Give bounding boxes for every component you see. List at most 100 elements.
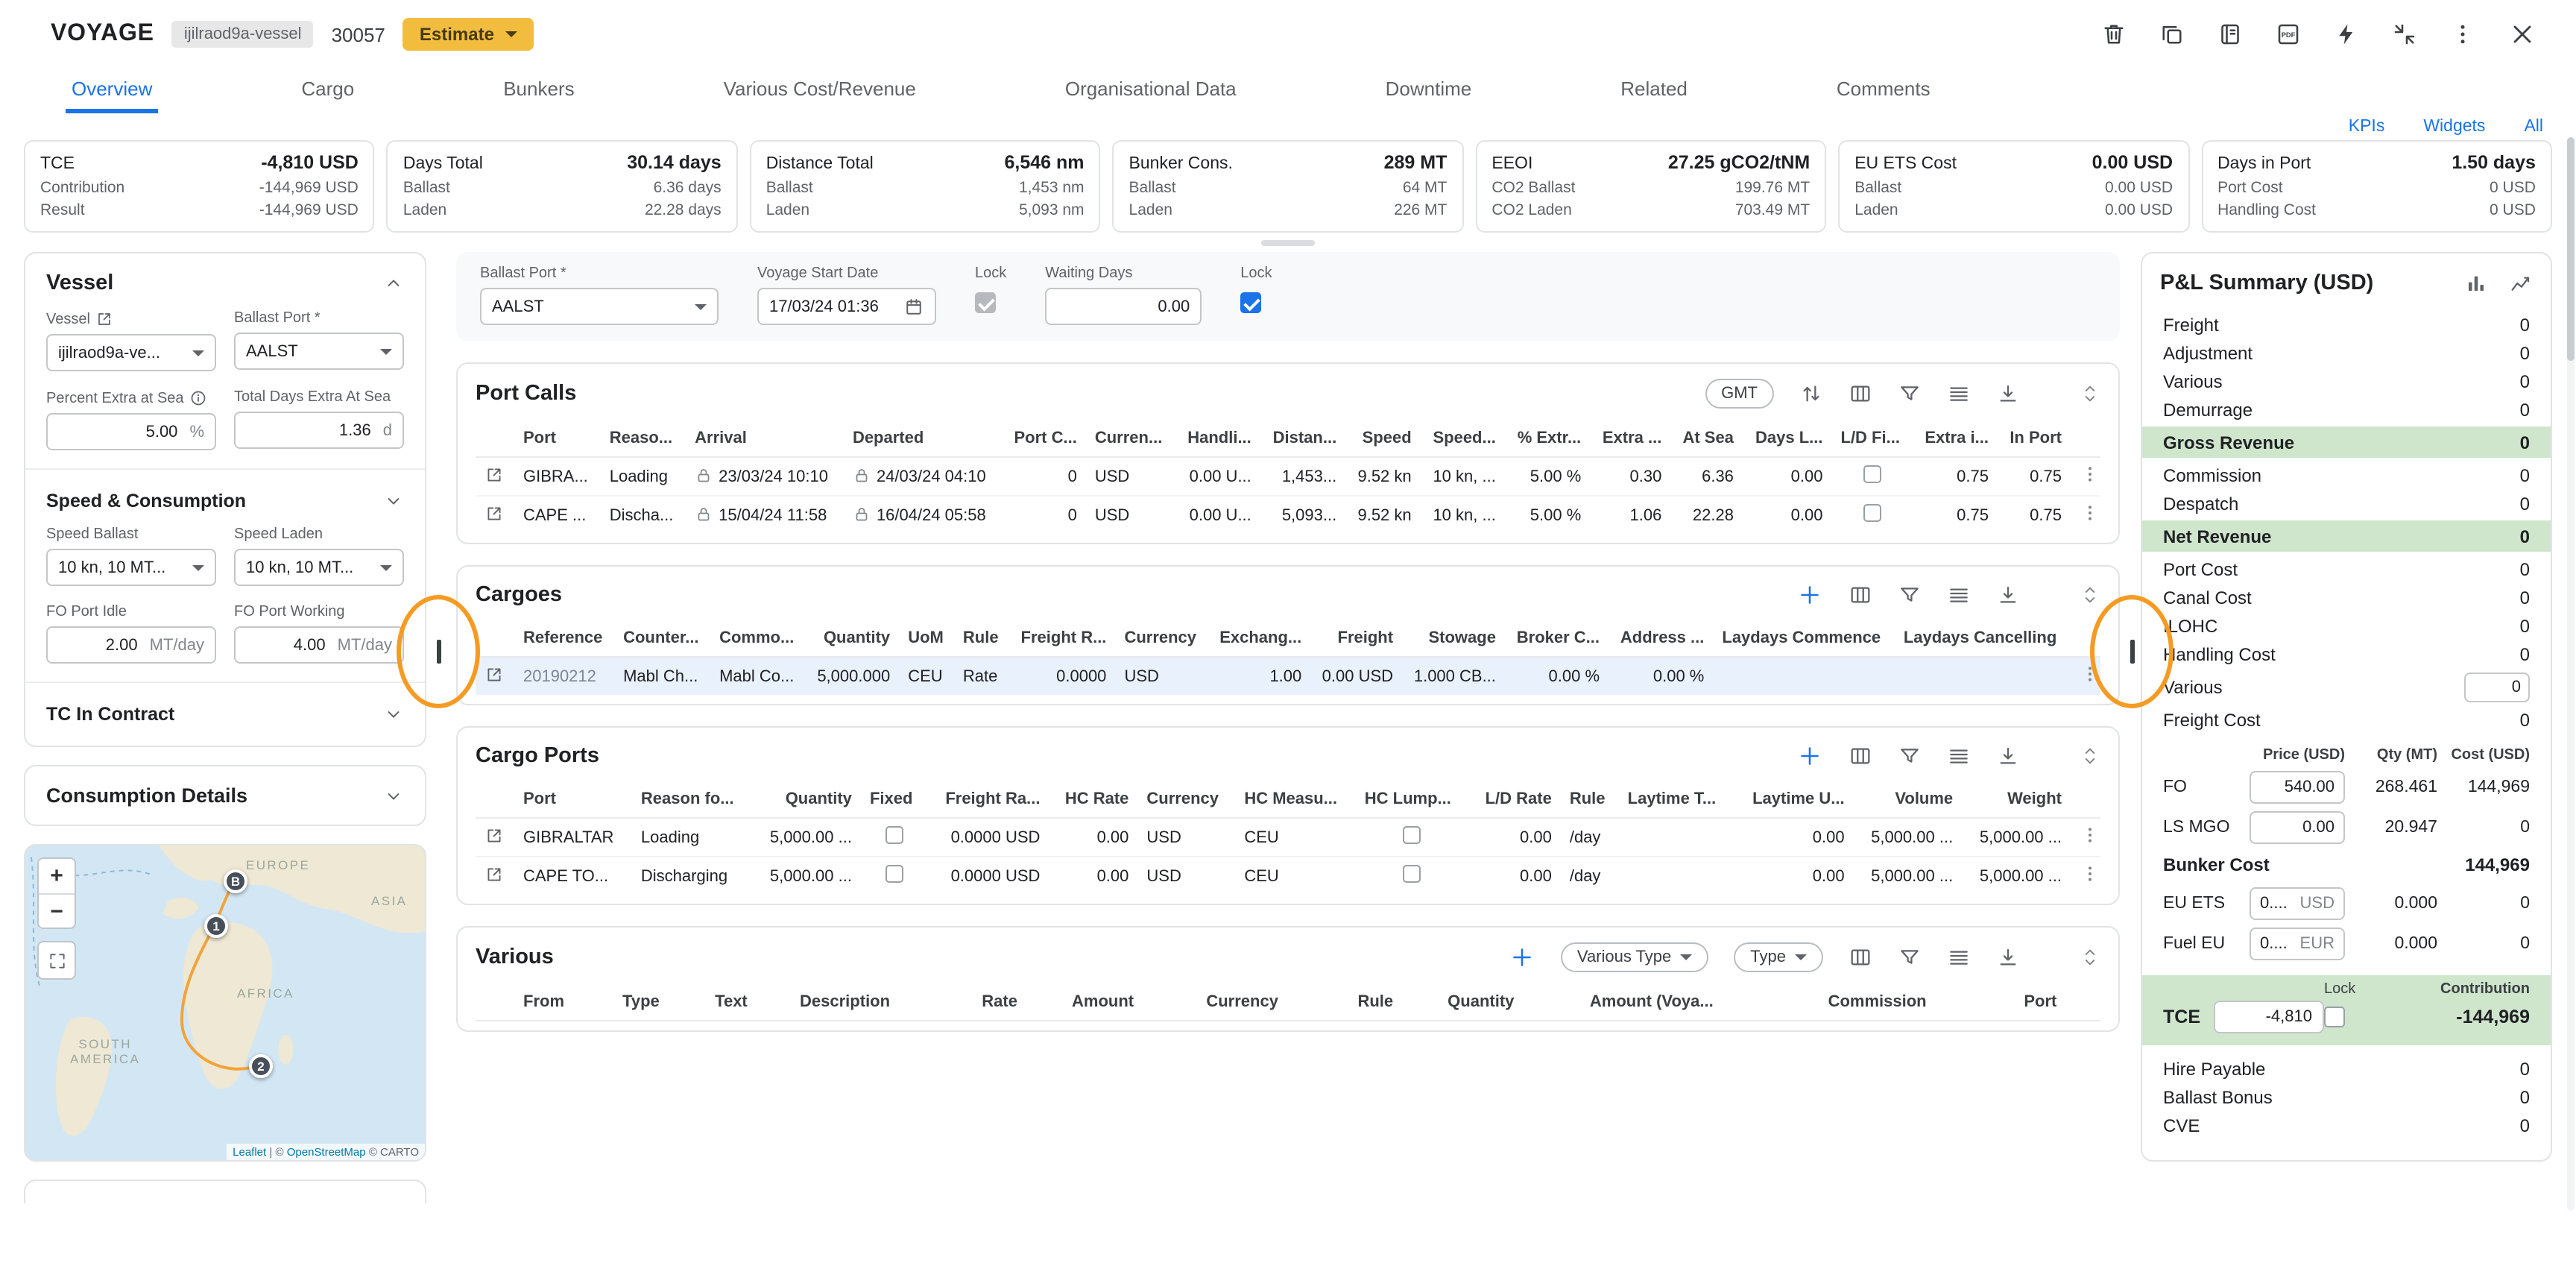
column-header[interactable]: Fixed: [861, 781, 926, 818]
column-header[interactable]: Currency: [1137, 781, 1235, 818]
cell-checkbox[interactable]: [1863, 465, 1881, 483]
timezone-toggle[interactable]: GMT: [1705, 379, 1774, 409]
tab-comments[interactable]: Comments: [1831, 69, 1936, 113]
view-link-kpis[interactable]: KPIs: [2349, 118, 2385, 136]
tab-overview[interactable]: Overview: [66, 69, 158, 113]
column-header[interactable]: Freight Ra...: [926, 781, 1049, 818]
column-header[interactable]: Broker C...: [1505, 620, 1609, 657]
view-link-all[interactable]: All: [2524, 118, 2543, 136]
total-days-extra-input[interactable]: 1.36d: [234, 412, 404, 449]
column-header[interactable]: Days L...: [1743, 421, 1832, 457]
left-panel-resize-handle[interactable]: [437, 640, 441, 664]
column-header[interactable]: Port C...: [1002, 421, 1086, 457]
column-header[interactable]: UoM: [899, 620, 954, 657]
tab-cargo[interactable]: Cargo: [295, 69, 360, 113]
column-header[interactable]: Extra i...: [1913, 421, 1998, 457]
pdf-export-icon[interactable]: PDF: [2275, 21, 2302, 48]
percent-extra-input[interactable]: 5.00%: [46, 413, 216, 450]
column-header[interactable]: From: [514, 984, 613, 1021]
column-header[interactable]: Type: [613, 984, 706, 1021]
section-resize-icon[interactable]: [2080, 585, 2100, 605]
waiting-days-input[interactable]: 0.00: [1045, 288, 1202, 325]
tab-bunkers[interactable]: Bunkers: [497, 69, 580, 113]
column-header[interactable]: Amount: [1063, 984, 1197, 1021]
more-options-icon[interactable]: [2449, 21, 2476, 48]
column-header[interactable]: HC Measu...: [1235, 781, 1355, 818]
columns-icon[interactable]: [1849, 583, 1872, 607]
delete-icon[interactable]: [2100, 21, 2127, 48]
row-menu-icon[interactable]: [2080, 863, 2100, 884]
voyage-map[interactable]: EUROPE ASIA AFRICA SOUTH AMERICA B 1 2 +…: [24, 844, 426, 1162]
zoom-in-button[interactable]: +: [39, 859, 75, 893]
column-header[interactable]: Freight: [1310, 620, 1402, 657]
column-header[interactable]: Volume: [1854, 781, 1963, 818]
add-cargo-icon[interactable]: [1796, 582, 1823, 608]
column-header[interactable]: Port: [514, 781, 632, 818]
column-header[interactable]: Commo...: [710, 620, 806, 657]
fuel-eu-price-input[interactable]: 0....EUR: [2250, 927, 2345, 960]
map-marker-2[interactable]: 2: [249, 1054, 273, 1078]
row-density-icon[interactable]: [1947, 382, 1971, 406]
row-density-icon[interactable]: [1947, 583, 1971, 607]
start-date-lock-checkbox[interactable]: [975, 292, 996, 313]
cell-checkbox[interactable]: [1404, 826, 1421, 844]
section-resize-icon[interactable]: [2080, 746, 2100, 766]
column-header[interactable]: Address ...: [1609, 620, 1713, 657]
cell-checkbox[interactable]: [885, 826, 903, 844]
download-icon[interactable]: [1996, 945, 2020, 969]
section-resize-icon[interactable]: [2080, 947, 2100, 968]
column-header[interactable]: HC Rate: [1049, 781, 1137, 818]
cell-checkbox[interactable]: [1404, 865, 1421, 883]
chevron-up-icon[interactable]: [383, 273, 404, 294]
column-header[interactable]: % Extr...: [1505, 421, 1590, 457]
calendar-icon[interactable]: [903, 296, 924, 317]
cell-checkbox[interactable]: [885, 865, 903, 883]
map-marker-ballast[interactable]: B: [224, 869, 247, 893]
column-header[interactable]: Counter...: [614, 620, 710, 657]
table-row[interactable]: GIBRA...Loading23/03/24 10:1024/03/24 04…: [476, 457, 2100, 496]
tab-various-cost-revenue[interactable]: Various Cost/Revenue: [718, 69, 922, 113]
open-row-icon[interactable]: [484, 503, 504, 523]
column-header[interactable]: Rule: [954, 620, 1009, 657]
tce-lock-checkbox[interactable]: [2324, 1007, 2345, 1027]
row-menu-icon[interactable]: [2080, 825, 2100, 845]
table-row[interactable]: GIBRALTARLoading5,000.00 ...0.0000 USD0.…: [476, 818, 2100, 857]
column-header[interactable]: Speed: [1345, 421, 1420, 457]
filter-icon[interactable]: [1898, 744, 1922, 768]
table-row[interactable]: 20190212Mabl Ch...Mabl Co...5,000.000CEU…: [476, 657, 2100, 695]
row-menu-icon[interactable]: [2080, 664, 2100, 684]
open-row-icon[interactable]: [484, 664, 504, 684]
column-header[interactable]: Port: [2015, 984, 2100, 1021]
column-header[interactable]: Speed...: [1421, 421, 1505, 457]
speed-ballast-select[interactable]: 10 kn, 10 MT...: [46, 549, 216, 586]
open-row-icon[interactable]: [484, 464, 504, 484]
kpi-resize-handle[interactable]: [1261, 240, 1315, 246]
line-chart-icon[interactable]: [2509, 271, 2533, 295]
tce-input[interactable]: -4,810: [2214, 1001, 2324, 1033]
column-header[interactable]: Weight: [1962, 781, 2071, 818]
vessel-select[interactable]: ijilraod9a-ve...: [46, 334, 216, 371]
journal-icon[interactable]: [2217, 21, 2244, 48]
tab-organisational-data[interactable]: Organisational Data: [1059, 69, 1243, 113]
column-header[interactable]: Currency: [1115, 620, 1208, 657]
download-icon[interactable]: [1996, 744, 2020, 768]
open-row-icon[interactable]: [484, 864, 504, 884]
chevron-down-icon[interactable]: [383, 704, 404, 725]
column-header[interactable]: Laytime U...: [1734, 781, 1853, 818]
row-menu-icon[interactable]: [2080, 464, 2100, 485]
filter-icon[interactable]: [1898, 945, 1922, 969]
section-resize-icon[interactable]: [2080, 383, 2100, 404]
column-header[interactable]: Reason fo...: [632, 781, 752, 818]
column-header[interactable]: Port: [514, 421, 601, 457]
map-marker-1[interactable]: 1: [204, 914, 228, 938]
column-header[interactable]: Text: [706, 984, 791, 1021]
table-row[interactable]: CAPE ...Discha...15/04/24 11:5816/04/24 …: [476, 496, 2100, 534]
row-density-icon[interactable]: [1947, 744, 1971, 768]
columns-icon[interactable]: [1849, 945, 1872, 969]
column-header[interactable]: In Port: [1998, 421, 2071, 457]
table-row[interactable]: CAPE TO...Discharging5,000.00 ...0.0000 …: [476, 857, 2100, 895]
download-icon[interactable]: [1996, 583, 2020, 607]
right-panel-resize-handle[interactable]: [2130, 640, 2134, 664]
columns-icon[interactable]: [1849, 382, 1872, 406]
add-cargo-port-icon[interactable]: [1796, 743, 1823, 769]
